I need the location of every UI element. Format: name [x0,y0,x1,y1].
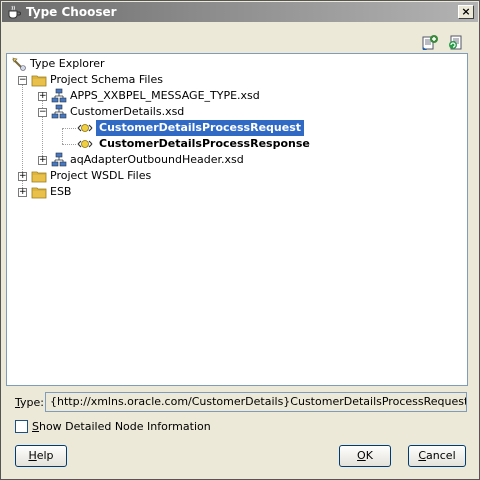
ok-label: K [365,449,373,462]
checkbox-label-accelerator: S [32,420,39,433]
help-label: elp [36,449,54,462]
tree-item-label: CustomerDetailsProcessResponse [99,137,310,150]
help-button[interactable]: Help [15,445,67,467]
tree-item-label: aqAdapterOutboundHeader.xsd [70,153,244,166]
tree-item-apps-xxbpel-xsd[interactable]: + APPS_XXBPEL_MESSAGE_TYPE.xsd [7,88,467,104]
cancel-button[interactable]: Cancel [408,445,466,467]
window-title: Type Chooser [26,5,117,19]
element-icon [77,120,93,136]
coffee-cup-icon [6,4,22,20]
expand-icon[interactable]: + [18,188,27,197]
type-label-text: ype: [20,396,44,409]
element-icon [77,136,93,152]
schema-icon [51,152,67,168]
tree-item-label: CustomerDetailsProcessRequest [96,120,304,136]
expand-icon[interactable]: + [18,172,27,181]
tree-item-label: Project Schema Files [50,73,163,86]
type-field[interactable]: {http://xmlns.oracle.com/CustomerDetails… [45,392,467,412]
type-label: Type: [15,396,44,409]
tree-item-customerdetails-xsd[interactable]: − CustomerDetails.xsd [7,104,467,120]
checkbox-label-text: how Detailed Node Information [38,420,211,433]
import-schema-icon[interactable] [421,33,439,51]
folder-icon [31,184,47,200]
checkbox-label: Show Detailed Node Information [32,420,211,433]
folder-icon [31,168,47,184]
cancel-label: ancel [426,449,456,462]
type-chooser-dialog: Type Chooser × Type Explorer − Project S… [0,0,480,480]
tree-item-label: Project WSDL Files [50,169,152,182]
ok-accelerator: O [357,449,366,462]
title-bar: Type Chooser × [2,2,478,22]
tree-item-aqadapter-xsd[interactable]: + aqAdapterOutboundHeader.xsd [7,152,467,168]
tree-root-label: Type Explorer [30,57,105,70]
refresh-icon[interactable] [447,33,465,51]
type-tree[interactable]: Type Explorer − Project Schema Files + A… [6,53,468,386]
schema-icon [51,104,67,120]
close-button[interactable]: × [458,5,474,19]
folder-icon [31,72,47,88]
schema-icon [51,88,67,104]
tree-item-esb[interactable]: + ESB [7,184,467,200]
type-explorer-icon [11,56,27,72]
tree-item-label: ESB [50,185,72,198]
expand-icon[interactable]: + [38,92,47,101]
help-accelerator: H [28,449,37,462]
collapse-icon[interactable]: − [18,76,27,85]
tree-item-process-request[interactable]: CustomerDetailsProcessRequest [7,120,467,136]
tree-item-label: APPS_XXBPEL_MESSAGE_TYPE.xsd [70,89,260,102]
tree-item-project-wsdl-files[interactable]: + Project WSDL Files [7,168,467,184]
collapse-icon[interactable]: − [38,108,47,117]
tree-root-type-explorer[interactable]: Type Explorer [7,56,467,72]
tree-item-project-schema-files[interactable]: − Project Schema Files [7,72,467,88]
tree-item-label: CustomerDetails.xsd [70,105,185,118]
tree-item-process-response[interactable]: CustomerDetailsProcessResponse [7,136,467,152]
ok-button[interactable]: OK [339,445,391,467]
checkbox-box[interactable] [15,420,28,433]
cancel-accelerator: C [418,449,427,462]
expand-icon[interactable]: + [38,156,47,165]
